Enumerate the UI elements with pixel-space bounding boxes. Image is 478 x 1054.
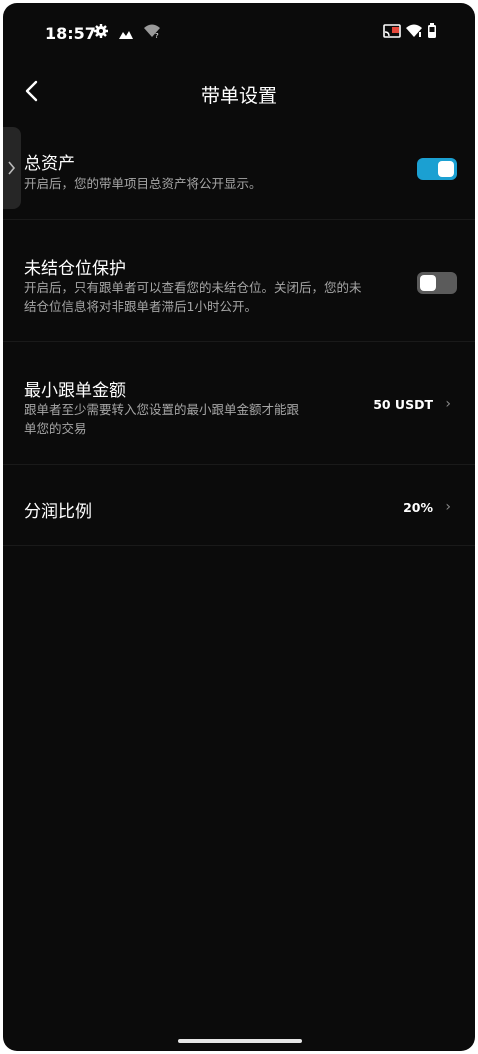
header: 带单设置	[3, 65, 475, 121]
setting-desc-line1: 跟单者至少需要转入您设置的最小跟单金额才能跟	[24, 402, 300, 417]
setting-value: 50 USDT	[373, 397, 433, 412]
home-indicator[interactable]	[178, 1039, 302, 1043]
cast-icon	[383, 23, 401, 43]
setting-profit-share[interactable]: 分润比例 20% ›	[3, 465, 475, 546]
setting-name: 总资产	[24, 154, 75, 174]
setting-open-position-protection: 未结仓位保护 开启后，只有跟单者可以查看您的未结仓位。关闭后，您的未 结仓位信息…	[3, 220, 475, 342]
chevron-right-icon: ›	[445, 396, 451, 412]
setting-name: 分润比例	[24, 502, 92, 522]
svg-text:?: ?	[155, 32, 159, 39]
setting-desc-line2: 结仓位信息将对非跟单者滞后1小时公开。	[24, 299, 257, 314]
wifi-question-icon: ?	[143, 23, 161, 43]
signal-app-icon	[118, 26, 134, 45]
chevron-right-icon: ›	[445, 499, 451, 515]
status-bar: 18:57 ?	[3, 3, 475, 65]
setting-value: 20%	[403, 500, 433, 515]
gear-icon	[93, 23, 109, 43]
total-assets-toggle[interactable]	[417, 158, 457, 180]
setting-desc: 开启后，您的带单项目总资产将公开显示。	[24, 176, 262, 191]
status-time: 18:57	[45, 24, 96, 43]
setting-name: 最小跟单金额	[24, 381, 126, 401]
battery-icon	[427, 23, 437, 43]
setting-desc-line1: 开启后，只有跟单者可以查看您的未结仓位。关闭后，您的未	[24, 280, 362, 295]
phone-screen: 18:57 ? 带单设置 总资产 开启后，您的带单项目总资产将公开显示。 未结仓…	[3, 3, 475, 1051]
position-protection-toggle[interactable]	[417, 272, 457, 294]
setting-min-copy-amount[interactable]: 最小跟单金额 跟单者至少需要转入您设置的最小跟单金额才能跟 单您的交易 50 U…	[3, 342, 475, 465]
page-title: 带单设置	[200, 85, 277, 107]
setting-desc-line2: 单您的交易	[24, 421, 87, 436]
wifi-icon	[405, 23, 423, 43]
setting-name: 未结仓位保护	[24, 259, 126, 279]
setting-total-assets: 总资产 开启后，您的带单项目总资产将公开显示。	[3, 121, 475, 220]
